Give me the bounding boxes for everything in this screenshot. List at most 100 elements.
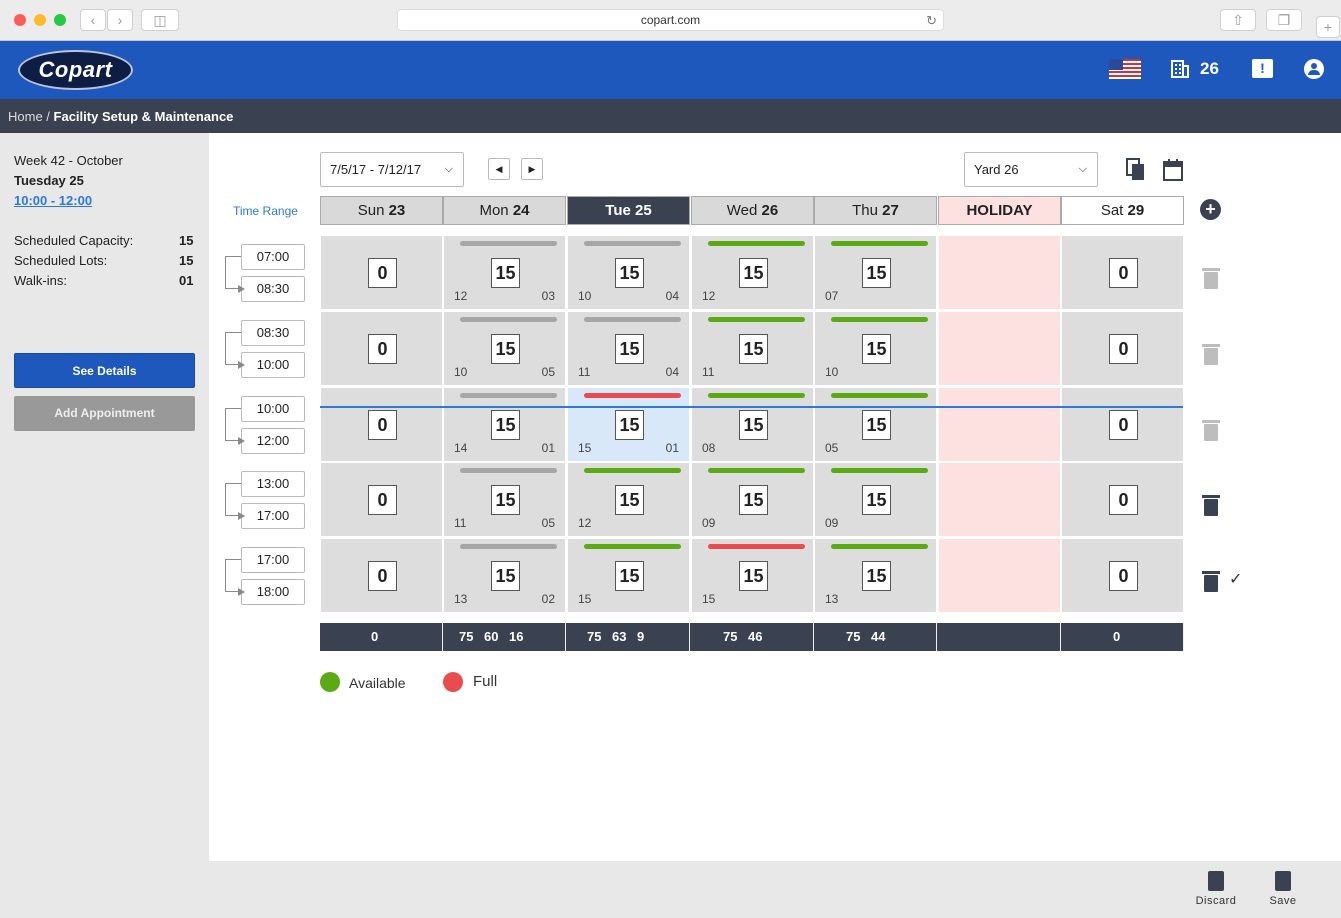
slot-cell[interactable]: 15 11 04 xyxy=(568,312,689,385)
share-icon[interactable]: ⇧ xyxy=(1220,9,1256,31)
slot-cell[interactable]: 15 12 xyxy=(692,236,813,309)
capacity-input[interactable]: 15 xyxy=(491,561,520,591)
capacity-input[interactable]: 15 xyxy=(615,410,644,440)
day-header-1[interactable]: Mon 24 xyxy=(443,196,566,225)
capacity-input[interactable]: 15 xyxy=(862,334,891,364)
capacity-input[interactable]: 15 xyxy=(491,258,520,288)
capacity-input[interactable]: 15 xyxy=(739,258,768,288)
reload-icon[interactable]: ↻ xyxy=(926,10,937,31)
capacity-input[interactable]: 15 xyxy=(739,410,768,440)
slot-cell[interactable]: 15 14 01 xyxy=(444,388,565,461)
capacity-input[interactable]: 15 xyxy=(615,334,644,364)
capacity-input[interactable]: 0 xyxy=(368,258,397,288)
slot-start-time[interactable]: 17:00 xyxy=(241,547,305,573)
slot-cell[interactable]: 15 08 xyxy=(692,388,813,461)
slot-cell[interactable]: 0 xyxy=(321,463,442,536)
add-appointment-button[interactable]: Add Appointment xyxy=(14,396,195,431)
slot-cell[interactable]: 0 xyxy=(321,539,442,612)
slot-cell[interactable]: 0 xyxy=(321,312,442,385)
close-window-dot[interactable] xyxy=(14,14,26,26)
slot-end-time[interactable]: 12:00 xyxy=(241,428,305,454)
capacity-input[interactable]: 0 xyxy=(368,561,397,591)
slot-start-time[interactable]: 13:00 xyxy=(241,471,305,497)
back-button[interactable]: ‹ xyxy=(80,9,106,31)
capacity-input[interactable]: 15 xyxy=(862,258,891,288)
day-header-5[interactable]: HOLIDAY xyxy=(938,196,1061,225)
capacity-input[interactable]: 15 xyxy=(491,410,520,440)
capacity-input[interactable]: 0 xyxy=(1109,410,1138,440)
capacity-input[interactable]: 0 xyxy=(368,410,397,440)
minimize-window-dot[interactable] xyxy=(34,14,46,26)
prev-week-button[interactable]: ◀ xyxy=(488,158,510,180)
date-range-select[interactable]: 7/5/17 - 7/12/17 ⌵ xyxy=(320,152,464,187)
add-column-button[interactable]: + xyxy=(1200,199,1221,220)
save-button[interactable]: Save xyxy=(1258,869,1308,907)
slot-cell[interactable]: 0 xyxy=(1062,388,1183,461)
slot-cell[interactable]: 15 05 xyxy=(815,388,936,461)
slot-cell[interactable]: 0 xyxy=(321,388,442,461)
day-header-0[interactable]: Sun 23 xyxy=(320,196,443,225)
slot-end-time[interactable]: 18:00 xyxy=(241,579,305,605)
capacity-input[interactable]: 15 xyxy=(862,485,891,515)
slot-cell[interactable]: 15 10 xyxy=(815,312,936,385)
capacity-input[interactable]: 15 xyxy=(739,485,768,515)
zoom-window-dot[interactable] xyxy=(54,14,66,26)
capacity-input[interactable]: 0 xyxy=(1109,561,1138,591)
sidebar-toggle-icon[interactable]: ◫ xyxy=(141,9,179,31)
capacity-input[interactable]: 15 xyxy=(739,561,768,591)
slot-cell[interactable]: 15 09 xyxy=(692,463,813,536)
slot-cell[interactable]: 15 12 03 xyxy=(444,236,565,309)
us-flag-icon[interactable] xyxy=(1109,59,1141,79)
discard-button[interactable]: Discard xyxy=(1191,869,1241,907)
capacity-input[interactable]: 0 xyxy=(1109,258,1138,288)
delete-slot-icon[interactable] xyxy=(1202,571,1220,592)
capacity-input[interactable]: 15 xyxy=(615,561,644,591)
slot-cell[interactable]: 15 07 xyxy=(815,236,936,309)
slot-cell[interactable]: 15 11 xyxy=(692,312,813,385)
slot-cell[interactable]: 0 xyxy=(1062,236,1183,309)
slot-start-time[interactable]: 10:00 xyxy=(241,396,305,422)
slot-end-time[interactable]: 10:00 xyxy=(241,352,305,378)
see-details-button[interactable]: See Details xyxy=(14,353,195,388)
new-tab-icon[interactable]: + xyxy=(1316,16,1340,38)
capacity-input[interactable]: 15 xyxy=(739,334,768,364)
address-bar[interactable]: copart.com ↻ xyxy=(397,9,944,31)
copy-icon[interactable] xyxy=(1126,158,1146,182)
slot-cell[interactable]: 15 11 05 xyxy=(444,463,565,536)
slot-cell[interactable]: 15 12 xyxy=(568,463,689,536)
building-icon[interactable] xyxy=(1170,59,1190,79)
slot-end-time[interactable]: 08:30 xyxy=(241,276,305,302)
copart-logo[interactable]: Copart xyxy=(18,50,133,90)
time-range-link[interactable]: 10:00 - 12:00 xyxy=(14,193,92,208)
feedback-icon[interactable]: ! xyxy=(1252,59,1273,78)
slot-start-time[interactable]: 08:30 xyxy=(241,320,305,346)
capacity-input[interactable]: 0 xyxy=(1109,334,1138,364)
delete-slot-icon[interactable] xyxy=(1202,495,1220,516)
day-header-2[interactable]: Tue 25 xyxy=(567,196,690,225)
slot-end-time[interactable]: 17:00 xyxy=(241,503,305,529)
delete-slot-icon[interactable] xyxy=(1202,420,1220,441)
delete-slot-icon[interactable] xyxy=(1202,344,1220,365)
day-header-4[interactable]: Thu 27 xyxy=(814,196,937,225)
slot-cell[interactable]: 15 10 05 xyxy=(444,312,565,385)
day-header-6[interactable]: Sat 29 xyxy=(1061,196,1184,225)
next-week-button[interactable]: ▶ xyxy=(521,158,543,180)
capacity-input[interactable]: 0 xyxy=(368,485,397,515)
confirm-check-icon[interactable]: ✓ xyxy=(1229,569,1247,588)
capacity-input[interactable]: 0 xyxy=(1109,485,1138,515)
breadcrumb-home[interactable]: Home xyxy=(8,109,43,124)
capacity-input[interactable]: 15 xyxy=(615,258,644,288)
slot-cell[interactable]: 0 xyxy=(1062,539,1183,612)
yard-select[interactable]: Yard 26 ⌵ xyxy=(964,152,1098,187)
slot-cell[interactable]: 0 xyxy=(321,236,442,309)
slot-start-time[interactable]: 07:00 xyxy=(241,244,305,270)
slot-cell[interactable]: 15 13 xyxy=(815,539,936,612)
slot-cell[interactable]: 0 xyxy=(1062,312,1183,385)
slot-cell[interactable]: 15 10 04 xyxy=(568,236,689,309)
tabs-icon[interactable]: ❐ xyxy=(1266,9,1302,31)
slot-cell[interactable]: 15 09 xyxy=(815,463,936,536)
forward-button[interactable]: › xyxy=(107,9,133,31)
day-header-3[interactable]: Wed 26 xyxy=(691,196,814,225)
capacity-input[interactable]: 0 xyxy=(368,334,397,364)
capacity-input[interactable]: 15 xyxy=(862,410,891,440)
